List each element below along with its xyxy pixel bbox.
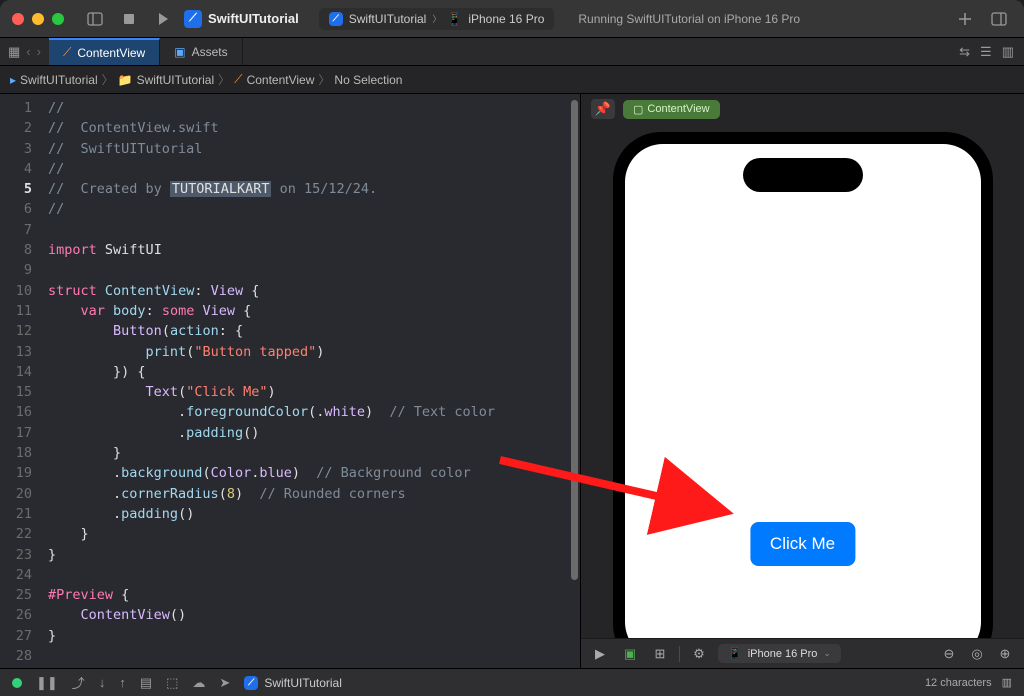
scheme-icon: ⟋ [329,12,343,26]
tab-assets[interactable]: ▣ Assets [160,38,242,65]
folder-icon: 📁 [118,73,133,87]
pin-preview-button[interactable]: 📌 [591,99,615,119]
preview-device-label: iPhone 16 Pro [748,648,818,660]
device-name: iPhone 16 Pro [468,12,544,26]
chevron-right-icon: 〉 [432,12,441,25]
app-icon: ⟋ [184,10,202,28]
sidebar-toggle-icon[interactable] [82,6,108,32]
character-count: 12 characters [925,677,992,689]
jumpbar[interactable]: ▸SwiftUITutorial 〉 📁SwiftUITutorial 〉 ⟋C… [0,66,1024,94]
debug-bar: ❚❚ ⤴ ↓ ↑ ▤ ⬚ ☁ ➤ ⟋SwiftUITutorial 12 cha… [0,668,1024,696]
zoom-window-button[interactable] [52,13,64,25]
minimize-window-button[interactable] [32,13,44,25]
live-preview-icon[interactable]: ▶ [589,644,611,664]
preview-toolbar: ▶ ▣ ⊞ ⚙ 📱iPhone 16 Pro⌄ ⊖ ◎ ⊕ [581,638,1024,668]
demo-button[interactable]: Click Me [750,522,855,566]
grid-icon[interactable]: ▦ [8,44,20,60]
assets-icon: ▣ [174,45,185,59]
preview-canvas[interactable]: Click Me [581,124,1024,638]
window-controls [12,13,64,25]
preview-device-selector[interactable]: 📱iPhone 16 Pro⌄ [718,644,841,663]
library-toggle-icon[interactable] [986,6,1012,32]
adjust-icon[interactable]: ☰ [980,44,992,60]
project-indicator[interactable]: ⟋ SwiftUITutorial [184,10,299,28]
device-settings-icon[interactable]: ⚙ [688,644,710,664]
jumpbar-folder: SwiftUITutorial [137,73,215,87]
add-button[interactable] [952,6,978,32]
tab-label: ContentView [77,46,145,60]
scheme-name: SwiftUITutorial [349,12,427,26]
tab-label: Assets [192,45,228,59]
step-into-icon[interactable]: ↓ [99,675,106,690]
panel-icon[interactable]: ▥ [1002,44,1014,60]
forward-icon[interactable]: › [37,44,41,59]
selectable-icon[interactable]: ▣ [619,644,641,664]
dynamic-island [743,158,863,192]
debug-target[interactable]: ⟋SwiftUITutorial [244,676,342,690]
zoom-out-icon[interactable]: ⊖ [938,644,960,664]
scheme-selector[interactable]: ⟋ SwiftUITutorial 〉 📱 iPhone 16 Pro [319,8,555,30]
preview-panel: 📌 ▢ ContentView Click Me ▶ ▣ ⊞ ⚙ 📱iPhone … [580,94,1024,668]
titlebar: ⟋ SwiftUITutorial ⟋ SwiftUITutorial 〉 📱 … [0,0,1024,38]
project-name: SwiftUITutorial [208,11,299,26]
project-icon: ▸ [10,73,16,87]
tab-contentview[interactable]: ⟋ ContentView [49,38,160,65]
step-over-icon[interactable]: ⤴ [72,673,85,692]
cube-icon: ▢ [633,103,643,116]
status-indicator-icon [12,678,22,688]
swift-file-icon: ⟋ [63,45,71,60]
build-status: Running SwiftUITutorial on iPhone 16 Pro [578,12,800,26]
vertical-scrollbar[interactable] [571,100,578,580]
close-window-button[interactable] [12,13,24,25]
zoom-in-icon[interactable]: ⊕ [994,644,1016,664]
zoom-fit-icon[interactable]: ◎ [966,644,988,664]
pause-icon[interactable]: ❚❚ [36,675,58,691]
jumpbar-project: SwiftUITutorial [20,73,98,87]
env-icon[interactable]: ☁ [192,675,205,691]
tabbar: ▦ ‹ › ⟋ ContentView ▣ Assets ⇆ ☰ ▥ [0,38,1024,66]
console-toggle-icon[interactable]: ▥ [1002,676,1012,689]
stop-button[interactable] [116,6,142,32]
back-icon[interactable]: ‹ [26,44,30,59]
counterpart-icon[interactable]: ⇆ [959,44,970,60]
code-editor[interactable]: 1// 2// ContentView.swift 3// SwiftUITut… [0,94,580,668]
variants-icon[interactable]: ⊞ [649,644,671,664]
jumpbar-selection: No Selection [334,73,402,87]
step-out-icon[interactable]: ↑ [119,675,126,690]
debug-view-icon[interactable]: ▤ [140,675,152,691]
memory-icon[interactable]: ⬚ [166,675,178,691]
preview-tag-label: ContentView [647,103,709,115]
main-area: 1// 2// ContentView.swift 3// SwiftUITut… [0,94,1024,668]
location-icon[interactable]: ➤ [219,675,230,691]
device-frame: Click Me [613,132,993,638]
run-button[interactable] [150,6,176,32]
device-screen: Click Me [625,144,981,638]
jumpbar-file: ContentView [247,73,315,87]
swift-file-icon: ⟋ [234,72,242,87]
preview-tag[interactable]: ▢ ContentView [623,100,720,119]
